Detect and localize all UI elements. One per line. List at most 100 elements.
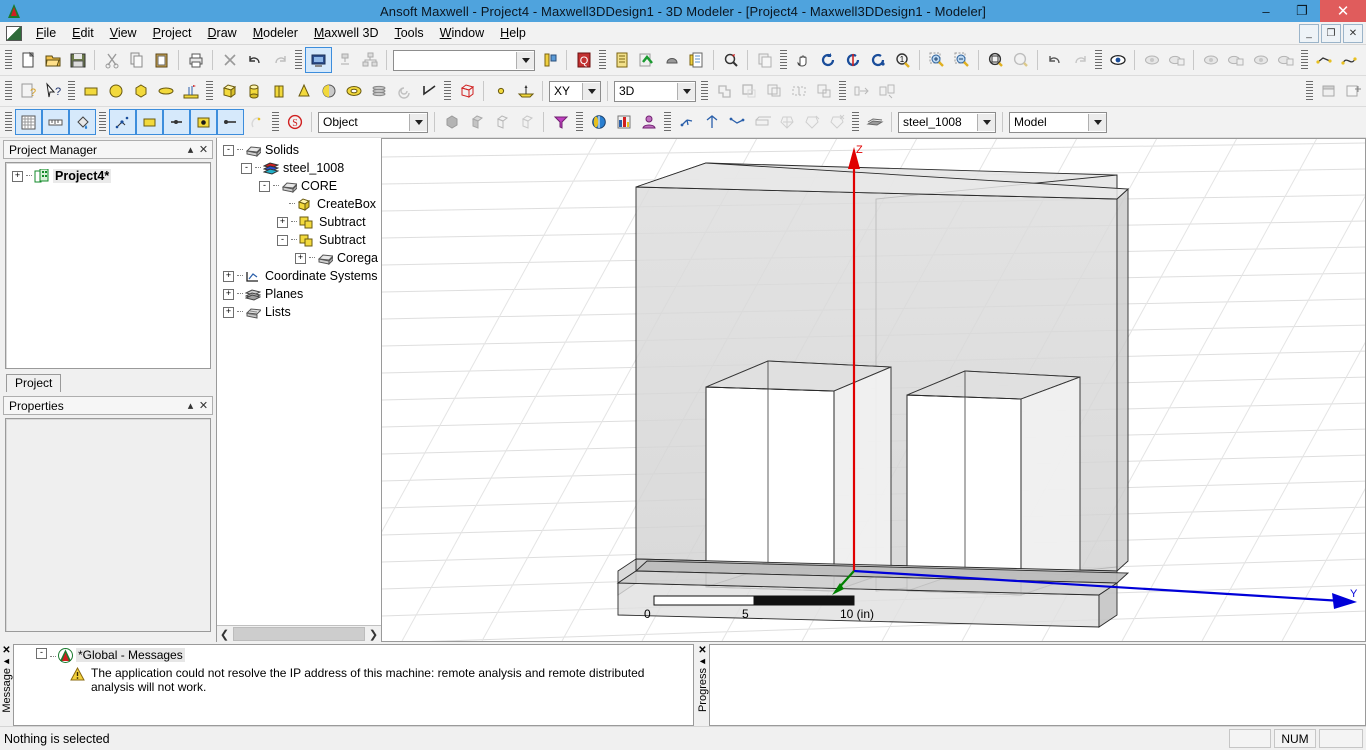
save-icon[interactable] bbox=[65, 48, 90, 72]
menu-modeler[interactable]: Modeler bbox=[245, 24, 306, 42]
boolean-split-icon[interactable] bbox=[786, 79, 811, 103]
select-mode-icon[interactable]: S bbox=[282, 110, 307, 134]
draw-point-icon[interactable] bbox=[488, 79, 513, 103]
snap-face-icon[interactable] bbox=[136, 109, 163, 135]
minimize-button[interactable]: – bbox=[1248, 0, 1284, 22]
object-body-icon[interactable] bbox=[514, 110, 539, 134]
modeler-viewport[interactable]: Z Y 0 5 10 (in) bbox=[382, 138, 1366, 642]
show-all-object-icon[interactable] bbox=[1273, 48, 1298, 72]
measure-line-icon[interactable] bbox=[1311, 48, 1336, 72]
draw-torus-icon[interactable] bbox=[341, 79, 366, 103]
tree-node-project[interactable]: + Project4* bbox=[6, 163, 210, 185]
color-icon[interactable] bbox=[611, 110, 636, 134]
tab-project[interactable]: Project bbox=[6, 374, 61, 392]
history-node-corega[interactable]: +Corega bbox=[217, 249, 381, 267]
measure-arc-icon[interactable] bbox=[1361, 48, 1366, 72]
expander-icon[interactable]: - bbox=[36, 648, 47, 659]
boolean-unite-icon[interactable] bbox=[711, 79, 736, 103]
history-node-subtract[interactable]: +Subtract bbox=[217, 213, 381, 231]
coord-rotate-icon[interactable] bbox=[699, 110, 724, 134]
draw-sphere-icon[interactable] bbox=[316, 79, 341, 103]
menu-draw[interactable]: Draw bbox=[200, 24, 245, 42]
snap-vertex-icon[interactable] bbox=[109, 109, 136, 135]
toolbar-grip[interactable] bbox=[444, 81, 451, 101]
toolbar-grip[interactable] bbox=[701, 81, 708, 101]
coord-move-icon[interactable] bbox=[674, 110, 699, 134]
toolbar-grip[interactable] bbox=[664, 112, 671, 132]
expander-icon[interactable]: - bbox=[277, 235, 288, 246]
chevron-down-icon[interactable] bbox=[582, 83, 600, 100]
duplicate-icon[interactable] bbox=[874, 79, 899, 103]
measure-curve-icon[interactable] bbox=[1336, 48, 1361, 72]
toolbar-grip[interactable] bbox=[599, 50, 606, 70]
field-overlay-icon[interactable] bbox=[659, 48, 684, 72]
expander-icon[interactable]: - bbox=[223, 145, 234, 156]
library-icon[interactable] bbox=[1316, 79, 1341, 103]
validate-icon[interactable] bbox=[537, 48, 562, 72]
chevron-down-icon[interactable] bbox=[516, 52, 534, 69]
draw-cylinder-icon[interactable] bbox=[241, 79, 266, 103]
history-node-core[interactable]: -CORE bbox=[217, 177, 381, 195]
snap-midpoint-icon[interactable] bbox=[217, 109, 244, 135]
select-help-icon[interactable]: ? bbox=[40, 79, 65, 103]
toolbar-grip[interactable] bbox=[295, 50, 302, 70]
draw-polygon-icon[interactable] bbox=[128, 79, 153, 103]
toolbar-grip[interactable] bbox=[780, 50, 787, 70]
distributed-analysis-icon[interactable] bbox=[357, 48, 382, 72]
submit-job-icon[interactable] bbox=[332, 48, 357, 72]
close-icon[interactable]: ✕ bbox=[197, 399, 210, 412]
print-icon[interactable] bbox=[183, 48, 208, 72]
message-pin-icon[interactable]: ◄ bbox=[2, 656, 11, 666]
toolbar-grip[interactable] bbox=[1301, 50, 1308, 70]
message-item[interactable]: The application could not resolve the IP… bbox=[14, 663, 693, 694]
scroll-right-icon[interactable]: ❯ bbox=[366, 628, 381, 641]
object-face-icon[interactable] bbox=[439, 110, 464, 134]
analyze-all-icon[interactable]: Q bbox=[571, 48, 596, 72]
draw-circle-icon[interactable] bbox=[103, 79, 128, 103]
report-icon[interactable] bbox=[634, 48, 659, 72]
select-type-combo[interactable]: Object bbox=[318, 112, 428, 133]
undo-icon[interactable] bbox=[242, 48, 267, 72]
scroll-left-icon[interactable]: ❮ bbox=[217, 628, 232, 641]
expander-icon[interactable]: - bbox=[241, 163, 252, 174]
show-all-icon[interactable] bbox=[1248, 48, 1273, 72]
design-combo[interactable] bbox=[393, 50, 535, 71]
snap-arc-icon[interactable] bbox=[244, 110, 269, 134]
progress-close-icon[interactable]: ✕ bbox=[698, 646, 706, 656]
maximize-button[interactable]: ❐ bbox=[1284, 0, 1320, 22]
draw-cone-icon[interactable] bbox=[291, 79, 316, 103]
filter-icon[interactable] bbox=[548, 110, 573, 134]
history-node-planes[interactable]: +Planes bbox=[217, 285, 381, 303]
cut-icon[interactable] bbox=[99, 48, 124, 72]
show-object-icon[interactable] bbox=[1223, 48, 1248, 72]
object-edge-icon[interactable] bbox=[464, 110, 489, 134]
mdi-close-button[interactable]: ✕ bbox=[1343, 24, 1363, 43]
draw-spiral-icon[interactable] bbox=[391, 79, 416, 103]
message-close-icon[interactable]: ✕ bbox=[2, 646, 10, 656]
section-icon[interactable] bbox=[862, 110, 887, 134]
draw-sheet-icon[interactable] bbox=[178, 79, 203, 103]
mesh-op1-icon[interactable] bbox=[774, 110, 799, 134]
plane-combo[interactable]: XY bbox=[549, 81, 601, 102]
boolean-separate-icon[interactable] bbox=[811, 79, 836, 103]
close-button[interactable]: ✕ bbox=[1320, 0, 1366, 22]
history-node-lists[interactable]: +Lists bbox=[217, 303, 381, 321]
menu-edit[interactable]: Edit bbox=[64, 24, 102, 42]
draw-plane-icon[interactable] bbox=[513, 79, 538, 103]
redo-icon[interactable] bbox=[267, 48, 292, 72]
history-node-solids[interactable]: -Solids bbox=[217, 141, 381, 159]
add-library-icon[interactable] bbox=[1341, 79, 1366, 103]
mdi-document-icon[interactable] bbox=[6, 26, 22, 41]
expander-icon[interactable]: + bbox=[223, 289, 234, 300]
draw-box-icon[interactable] bbox=[216, 79, 241, 103]
duplicate-window-icon[interactable] bbox=[752, 48, 777, 72]
menu-maxwell-3d[interactable]: Maxwell 3D bbox=[306, 24, 387, 42]
undo-view-icon[interactable] bbox=[1042, 48, 1067, 72]
mdi-minimize-button[interactable]: _ bbox=[1299, 24, 1319, 43]
help-context-icon[interactable]: ? bbox=[15, 79, 40, 103]
snap-center-icon[interactable] bbox=[190, 109, 217, 135]
object-vertex-icon[interactable] bbox=[489, 110, 514, 134]
zoom-in-icon[interactable] bbox=[924, 48, 949, 72]
history-node-subtract[interactable]: -Subtract bbox=[217, 231, 381, 249]
sweep-icon[interactable] bbox=[749, 110, 774, 134]
